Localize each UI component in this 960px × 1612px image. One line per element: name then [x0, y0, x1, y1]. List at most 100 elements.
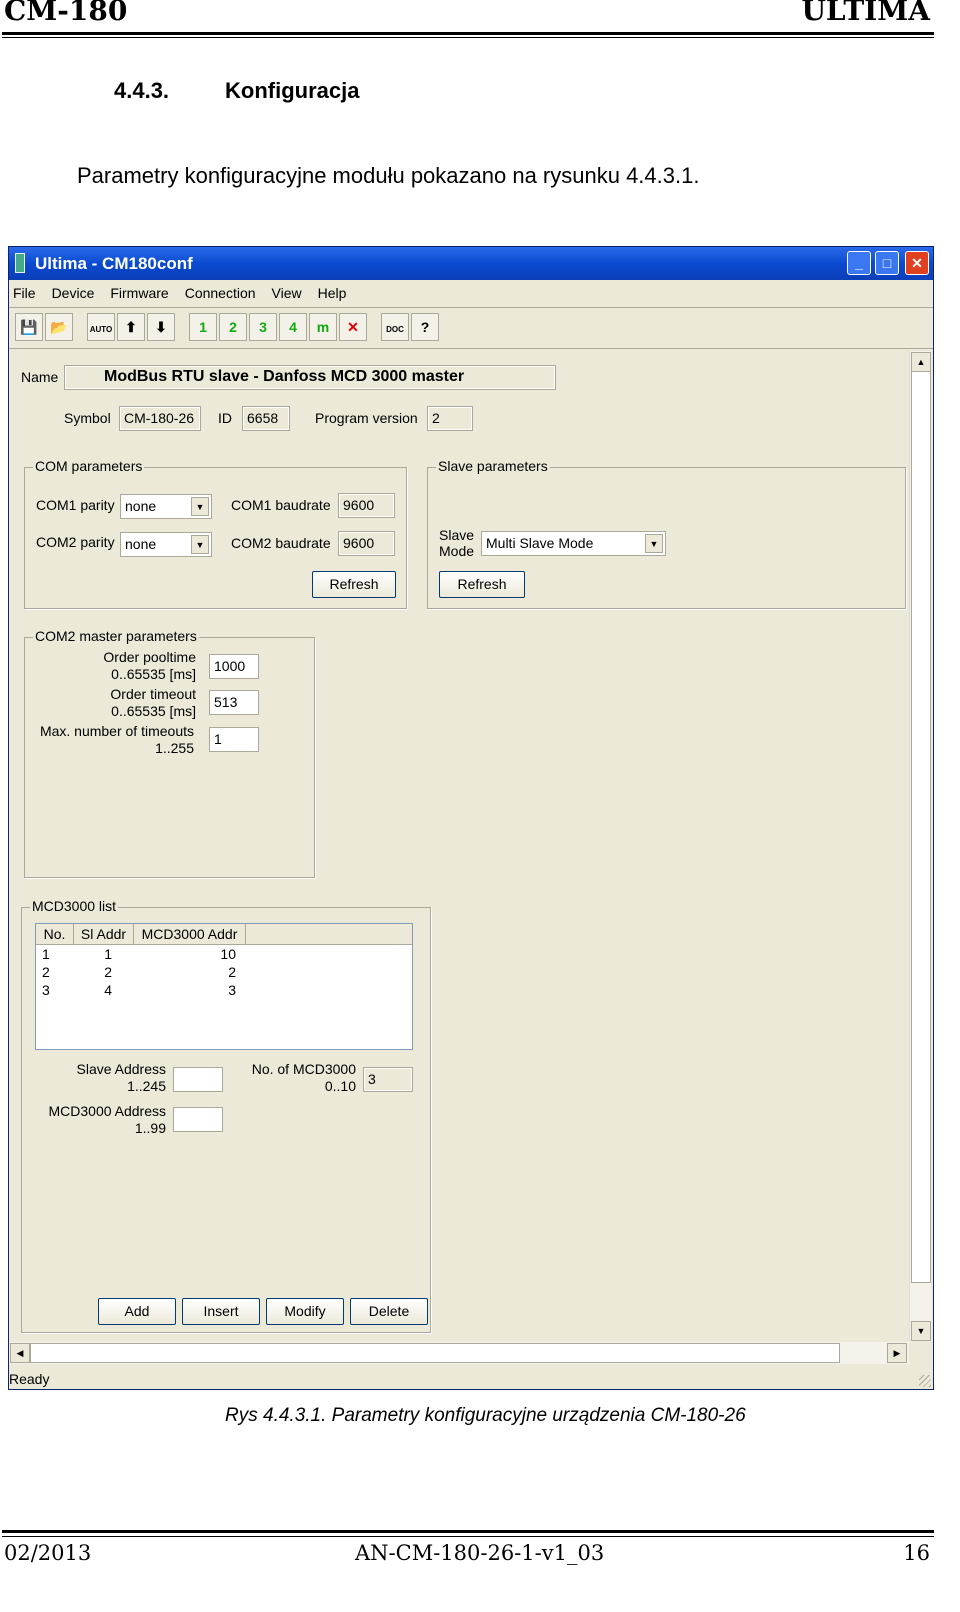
column-header[interactable]: Sl Addr: [74, 924, 134, 944]
footer-rule: [2, 1530, 934, 1533]
com2-parity-select[interactable]: none ▼: [120, 532, 212, 557]
help-button[interactable]: ?: [411, 313, 439, 341]
slave-address-input[interactable]: [173, 1067, 223, 1092]
com-refresh-button[interactable]: Refresh: [312, 571, 396, 598]
open-icon: 📂: [50, 319, 68, 335]
intro-text: Parametry konfiguracyjne modułu pokazano…: [77, 163, 700, 188]
com1-baud-field[interactable]: 9600: [338, 493, 395, 518]
name-label: Name: [21, 369, 59, 385]
column-header[interactable]: No.: [36, 924, 74, 944]
column-header[interactable]: MCD3000 Addr: [134, 924, 246, 944]
header-rule-thin: [2, 37, 934, 38]
delete-button[interactable]: Delete: [350, 1298, 428, 1325]
connect-2-button[interactable]: 2: [219, 313, 247, 341]
mcd-address-range: 1..99: [134, 1120, 166, 1136]
window-title: Ultima - CM180conf: [35, 254, 193, 273]
section-title: Konfiguracja: [225, 78, 360, 103]
horizontal-scrollbar[interactable]: ◀ ▶: [9, 1342, 909, 1364]
scroll-left-icon[interactable]: ◀: [10, 1343, 30, 1363]
menu-connection[interactable]: Connection: [185, 285, 256, 301]
download-button[interactable]: ⬇: [147, 313, 175, 341]
footer-page-number: 16: [903, 1541, 930, 1565]
timeout-input[interactable]: 513: [209, 690, 259, 715]
chevron-down-icon[interactable]: ▼: [191, 497, 209, 516]
slave-address-label: Slave Address: [76, 1061, 167, 1077]
table-cell: 1: [104, 946, 112, 962]
vertical-scrollbar[interactable]: ▲ ▼: [909, 351, 931, 1341]
upload-button[interactable]: ⬆: [117, 313, 145, 341]
scroll-down-icon[interactable]: ▼: [911, 1321, 931, 1341]
com2-baud-label: COM2 baudrate: [231, 535, 331, 551]
menu-help[interactable]: Help: [318, 285, 347, 301]
menu-device[interactable]: Device: [52, 285, 95, 301]
slave-refresh-button[interactable]: Refresh: [439, 571, 525, 598]
table-row[interactable]: 2 2 2: [36, 963, 412, 981]
app-icon: [15, 253, 25, 273]
mcd3000-list[interactable]: No. Sl Addr MCD3000 Addr 1 1 10 2 2 2 3 4 3: [35, 923, 413, 1050]
menu-view[interactable]: View: [272, 285, 302, 301]
doc-button[interactable]: DOC: [381, 313, 409, 341]
group-caption: COM parameters: [33, 458, 145, 474]
table-cell: 10: [220, 946, 236, 962]
group-caption: Slave parameters: [436, 458, 550, 474]
max-timeouts-input[interactable]: 1: [209, 727, 259, 752]
max-timeouts-range: 1..255: [155, 740, 194, 756]
close-button[interactable]: ✕: [905, 251, 929, 275]
auto-button[interactable]: AUTO: [87, 313, 115, 341]
max-timeouts-label: Max. number of timeouts: [39, 723, 194, 739]
list-body: 1 1 10 2 2 2 3 4 3: [36, 945, 412, 999]
connect-1-button[interactable]: 1: [189, 313, 217, 341]
id-field[interactable]: 6658: [242, 406, 290, 431]
menu-firmware[interactable]: Firmware: [110, 285, 168, 301]
footer-doc-id: AN-CM-180-26-1-v1_03: [355, 1541, 605, 1565]
table-row[interactable]: 3 4 3: [36, 981, 412, 999]
table-row[interactable]: 1 1 10: [36, 945, 412, 963]
table-cell: 3: [42, 982, 50, 998]
program-version-field[interactable]: 2: [427, 406, 473, 431]
open-button[interactable]: 📂: [45, 313, 73, 341]
connect-4-button[interactable]: 4: [279, 313, 307, 341]
disconnect-button[interactable]: ✕: [339, 313, 367, 341]
pooltime-range: 0..65535 [ms]: [111, 666, 196, 682]
header-left: CM-180: [4, 0, 128, 27]
pooltime-label: Order pooltime: [103, 649, 196, 665]
name-field[interactable]: ModBus RTU slave - Danfoss MCD 3000 mast…: [64, 365, 556, 390]
chevron-down-icon[interactable]: ▼: [191, 535, 209, 554]
chevron-down-icon[interactable]: ▼: [645, 534, 663, 553]
table-cell: 2: [104, 964, 112, 980]
modify-button[interactable]: Modify: [266, 1298, 344, 1325]
table-cell: 1: [42, 946, 50, 962]
footer-date: 02/2013: [4, 1541, 92, 1565]
scrollbar-thumb[interactable]: [30, 1343, 840, 1363]
connect-m-icon: m: [316, 319, 330, 335]
com2-baud-field[interactable]: 9600: [338, 531, 395, 556]
mcd-count-range: 0..10: [324, 1078, 356, 1094]
menu-file[interactable]: File: [13, 285, 36, 301]
symbol-field[interactable]: CM-180-26: [119, 406, 201, 431]
connect-4-icon: 4: [289, 319, 297, 335]
resize-grip-icon[interactable]: [919, 1375, 931, 1387]
com2-parity-value: none: [125, 536, 157, 552]
connect-m-button[interactable]: m: [309, 313, 337, 341]
add-button[interactable]: Add: [98, 1298, 176, 1325]
scroll-up-icon[interactable]: ▲: [911, 352, 931, 372]
connect-3-button[interactable]: 3: [249, 313, 277, 341]
com1-baud-label: COM1 baudrate: [231, 497, 331, 513]
com1-parity-select[interactable]: none ▼: [120, 494, 212, 519]
scrollbar-thumb[interactable]: [911, 371, 931, 1283]
scroll-right-icon[interactable]: ▶: [887, 1343, 907, 1363]
slave-parameters-group: Slave parameters Slave Mode Multi Slave M…: [427, 458, 906, 609]
com2-master-group: COM2 master parameters Order pooltime 0..…: [24, 628, 315, 878]
app-window: Ultima - CM180conf _ □ ✕ File Device Firmw…: [8, 246, 934, 1390]
status-bar-text: Ready: [9, 1371, 50, 1387]
minimize-button[interactable]: _: [847, 251, 871, 275]
slave-mode-select[interactable]: Multi Slave Mode ▼: [481, 531, 666, 556]
insert-button[interactable]: Insert: [182, 1298, 260, 1325]
pooltime-input[interactable]: 1000: [209, 654, 259, 679]
divider: [9, 307, 933, 308]
save-button[interactable]: 💾: [15, 313, 43, 341]
symbol-label: Symbol: [64, 410, 111, 426]
mcd-count-field[interactable]: 3: [363, 1067, 413, 1092]
maximize-button[interactable]: □: [875, 251, 899, 275]
mcd-address-input[interactable]: [173, 1107, 223, 1132]
